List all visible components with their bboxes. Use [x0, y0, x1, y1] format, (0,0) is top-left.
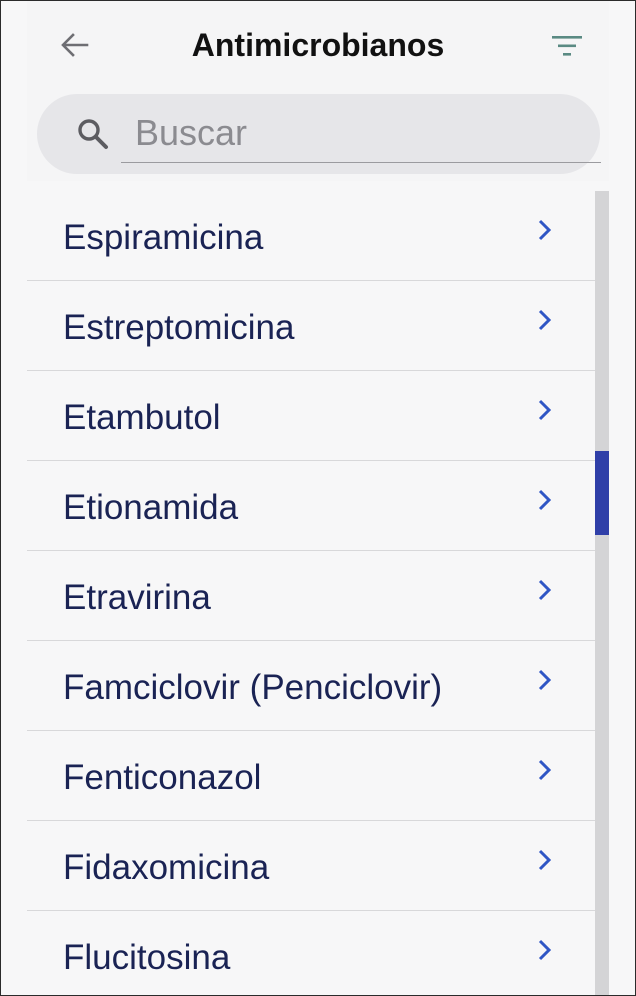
list-item-label: Etravirina	[63, 578, 211, 617]
list-item-etambutol[interactable]: Etambutol	[27, 371, 595, 461]
chevron-right-icon	[538, 759, 552, 781]
list-item-espiramicina[interactable]: Espiramicina	[27, 191, 595, 281]
list-item-label: Flucitosina	[63, 938, 231, 977]
list-item-flucitosina[interactable]: Flucitosina	[27, 911, 595, 995]
search-icon	[78, 119, 108, 149]
list-item-label: Espiramicina	[63, 218, 264, 257]
antimicrobial-list: Espiramicina Estreptomicina Etambutol Et…	[27, 191, 595, 995]
list-item-label: Etionamida	[63, 488, 239, 527]
page-title: Antimicrobianos	[191, 27, 445, 63]
chevron-right-icon	[538, 849, 552, 871]
chevron-right-icon	[538, 669, 552, 691]
list-item-label: Fidaxomicina	[63, 848, 270, 887]
scrollbar-thumb[interactable]	[595, 451, 609, 535]
list-item-estreptomicina[interactable]: Estreptomicina	[27, 281, 595, 371]
list-item-label: Famciclovir (Penciclovir)	[63, 668, 443, 707]
list-item-famciclovir[interactable]: Famciclovir (Penciclovir)	[27, 641, 595, 731]
filter-button[interactable]	[547, 29, 587, 63]
list-item-label: Etambutol	[63, 398, 221, 437]
scrollbar-track[interactable]	[595, 191, 609, 995]
chevron-right-icon	[538, 309, 552, 331]
list-item-etravirina[interactable]: Etravirina	[27, 551, 595, 641]
app-header: Antimicrobianos	[27, 1, 609, 181]
list-item-label: Estreptomicina	[63, 308, 295, 347]
search-bar	[37, 94, 601, 174]
list-item-label: Fenticonazol	[63, 758, 262, 797]
app-frame: Antimicrobianos Espiramicina Estreptomic…	[0, 0, 636, 996]
search-input[interactable]	[121, 104, 601, 163]
list-item-fidaxomicina[interactable]: Fidaxomicina	[27, 821, 595, 911]
filter-icon	[552, 36, 582, 56]
list-item-etionamida[interactable]: Etionamida	[27, 461, 595, 551]
list-item-fenticonazol[interactable]: Fenticonazol	[27, 731, 595, 821]
chevron-right-icon	[538, 939, 552, 961]
chevron-right-icon	[538, 489, 552, 511]
chevron-right-icon	[538, 219, 552, 241]
chevron-right-icon	[538, 399, 552, 421]
chevron-right-icon	[538, 579, 552, 601]
